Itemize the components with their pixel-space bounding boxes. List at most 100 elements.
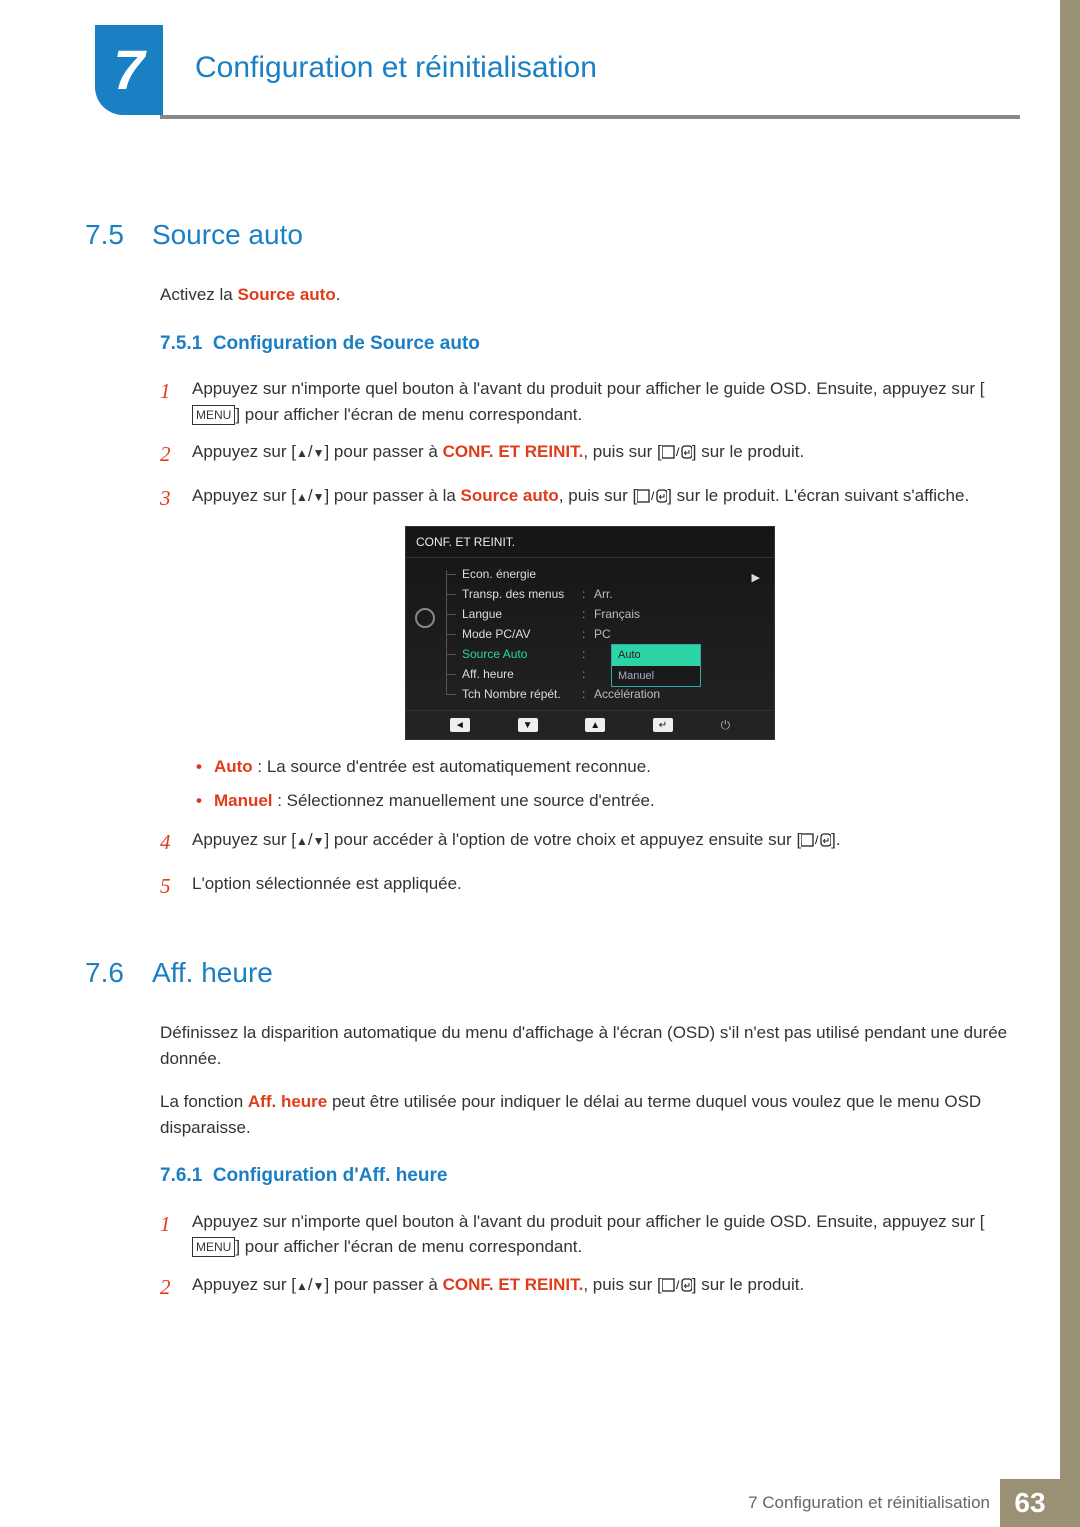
subsection-7-5-1-heading: 7.5.1 Configuration de Source auto [160, 330, 1020, 359]
text: Appuyez sur n'importe quel bouton à l'av… [192, 1212, 984, 1231]
footer-chapter-label: 7 Configuration et réinitialisation [748, 1490, 990, 1516]
text: ] pour passer à [324, 1275, 442, 1294]
step-4: 4 Appuyez sur [▲/▼] pour accéder à l'opt… [160, 827, 1020, 859]
page-footer: 7 Configuration et réinitialisation 63 [748, 1479, 1060, 1527]
text: Activez la [160, 285, 237, 304]
text: ] pour accéder à l'option de votre choix… [324, 830, 801, 849]
osd-window: CONF. ET REINIT. ▶ Econ. énergie Transp.… [405, 526, 775, 740]
text: , puis sur [ [583, 1275, 661, 1294]
up-arrow-icon: ▲ [296, 446, 308, 460]
section-number: 7.5 [85, 214, 124, 256]
text: ] sur le produit. L'écran suivant s'affi… [667, 486, 969, 505]
step-2: 2 Appuyez sur [▲ / ▼] pour passer à CONF. … [160, 439, 1020, 471]
down-arrow-icon: ▼ [313, 1279, 325, 1293]
step-number: 2 [160, 439, 178, 471]
intro-paragraph: Activez la Source auto. [160, 282, 1020, 308]
text: . [336, 285, 341, 304]
term-conf-et-reinit: CONF. ET REINIT. [443, 442, 584, 461]
bullet-dot-icon: • [196, 754, 202, 780]
colon: : [582, 685, 594, 703]
bullet-text: Auto : La source d'entrée est automatiqu… [214, 754, 651, 780]
step-number: 4 [160, 827, 178, 859]
bullet-item: • Auto : La source d'entrée est automati… [196, 754, 1020, 780]
subsection-number: 7.5.1 [160, 333, 202, 354]
osd-row: Mode PC/AV:PC [444, 624, 774, 644]
text: ] pour afficher l'écran de menu correspo… [235, 405, 582, 424]
section-7-5-heading: 7.5 Source auto [85, 214, 1020, 256]
osd-row: Transp. des menus:Arr. [444, 584, 774, 604]
term-source-auto: Source auto [237, 285, 335, 304]
page-content: 7.5 Source auto Activez la Source auto. … [0, 150, 1080, 1303]
up-arrow-icon: ▲ [296, 1279, 308, 1293]
text: Appuyez sur [ [192, 442, 296, 461]
osd-row-selected: Source Auto: [444, 644, 774, 664]
subsection-7-6-1-heading: 7.6.1 Configuration d'Aff. heure [160, 1162, 1020, 1191]
svg-text:/: / [651, 489, 655, 503]
svg-text:/: / [676, 445, 680, 459]
step-text: Appuyez sur [▲ / ▼] pour passer à CONF. ET… [192, 439, 1020, 471]
text: ] pour passer à la [324, 486, 460, 505]
colon: : [582, 625, 594, 643]
up-arrow-icon: ▲ [296, 834, 308, 848]
chapter-number-tab: 7 [95, 25, 163, 115]
colon: : [582, 585, 594, 603]
term-aff-heure: Aff. heure [248, 1092, 327, 1111]
text: Appuyez sur n'importe quel bouton à l'av… [192, 379, 984, 398]
header-rule [160, 115, 1020, 119]
dropdown-option-selected: Auto [612, 645, 700, 666]
gear-icon [415, 608, 435, 628]
text: ]. [831, 830, 840, 849]
text: , puis sur [ [583, 442, 661, 461]
osd-nav-down-icon: ▼ [518, 718, 538, 732]
osd-footer: ◄ ▼ ▲ ↵ ⏻ [406, 710, 774, 739]
section-title: Source auto [152, 214, 303, 256]
osd-menu: ▶ Econ. énergie Transp. des menus:Arr. L… [444, 558, 774, 710]
term-conf-et-reinit: CONF. ET REINIT. [443, 1275, 584, 1294]
text: ] sur le produit. [692, 1275, 804, 1294]
osd-label: Tch Nombre répét. [462, 685, 582, 703]
text: ] pour afficher l'écran de menu correspo… [235, 1237, 582, 1256]
step-1: 1 Appuyez sur n'importe quel bouton à l'… [160, 1209, 1020, 1260]
step-text: Appuyez sur n'importe quel bouton à l'av… [192, 376, 1020, 427]
page-number: 63 [1000, 1479, 1060, 1527]
section-7-6-heading: 7.6 Aff. heure [85, 952, 1020, 994]
osd-nav-up-icon: ▲ [585, 718, 605, 732]
osd-label: Langue [462, 605, 582, 623]
osd-row: Langue:Français [444, 604, 774, 624]
osd-row: Aff. heure: [444, 664, 774, 684]
osd-label: Source Auto [462, 645, 582, 663]
osd-screenshot: CONF. ET REINIT. ▶ Econ. énergie Transp.… [160, 526, 1020, 740]
menu-button-icon: MENU [192, 1237, 235, 1257]
term-auto: Auto [214, 757, 253, 776]
osd-power-icon: ⏻ [721, 716, 731, 734]
down-arrow-icon: ▼ [313, 490, 325, 504]
osd-enter-icon: ↵ [653, 718, 673, 732]
step-text: Appuyez sur [▲/▼] pour passer à la Sourc… [192, 483, 1020, 515]
text: ] sur le produit. [692, 442, 804, 461]
colon: : [582, 665, 594, 683]
text: La fonction [160, 1092, 248, 1111]
text: Appuyez sur [ [192, 830, 296, 849]
paragraph: La fonction Aff. heure peut être utilisé… [160, 1089, 1020, 1140]
bullet-list: • Auto : La source d'entrée est automati… [196, 754, 1020, 813]
down-arrow-icon: ▼ [313, 446, 325, 460]
osd-nav-left-icon: ◄ [450, 718, 470, 732]
subsection-number: 7.6.1 [160, 1165, 202, 1186]
svg-text:/: / [815, 833, 819, 847]
text: ] pour passer à [324, 442, 442, 461]
step-2: 2 Appuyez sur [▲/▼] pour passer à CONF. … [160, 1272, 1020, 1304]
step-number: 2 [160, 1272, 178, 1304]
bullet-text: Manuel : Sélectionnez manuellement une s… [214, 788, 655, 814]
section-7-6-body: Définissez la disparition automatique du… [160, 1020, 1020, 1303]
enter-button-icon: / [662, 1275, 692, 1294]
osd-value: PC [594, 625, 611, 643]
step-text: Appuyez sur n'importe quel bouton à l'av… [192, 1209, 1020, 1260]
step-text: Appuyez sur [▲/▼] pour passer à CONF. ET… [192, 1272, 1020, 1304]
bullet-item: • Manuel : Sélectionnez manuellement une… [196, 788, 1020, 814]
enter-button-icon: / [637, 486, 667, 505]
text: , puis sur [ [559, 486, 637, 505]
term-manuel: Manuel [214, 791, 273, 810]
step-number: 3 [160, 483, 178, 515]
section-number: 7.6 [85, 952, 124, 994]
step-number: 1 [160, 1209, 178, 1260]
